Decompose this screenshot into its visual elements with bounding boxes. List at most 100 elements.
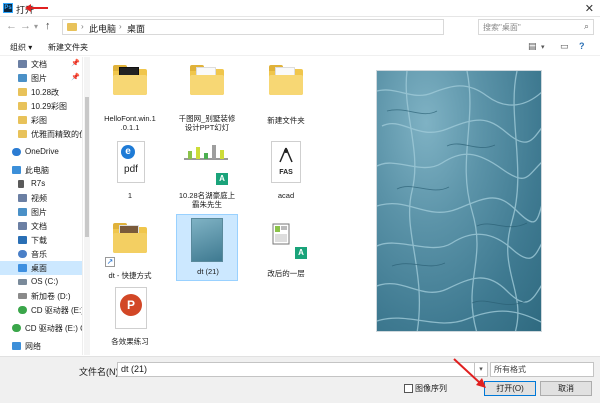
sidebar-item-documents[interactable]: 文档 📌 — [0, 57, 82, 71]
open-button[interactable]: 打开(O) — [484, 381, 536, 396]
folder-icon — [269, 65, 303, 95]
breadcrumb-this-pc[interactable]: 此电脑 — [89, 22, 116, 35]
red-arrow-annotation — [453, 358, 486, 388]
image-sequence-checkbox[interactable] — [404, 384, 413, 393]
powerpoint-file-icon: P — [115, 287, 147, 329]
preview-pane-icon[interactable]: ▭ — [560, 41, 569, 52]
view-options-icon[interactable]: ▤ — [528, 41, 537, 52]
image-thumbnail-icon — [191, 218, 223, 262]
navigation-pane: 文档 📌 图片 📌 10.28改 10.29彩图 彩图 优雅而精致的住 OneD… — [0, 57, 83, 355]
app-a-icon: A — [295, 247, 307, 259]
folder-icon — [18, 88, 27, 96]
red-arrow-annotation — [25, 4, 48, 12]
new-folder-button[interactable]: 新建文件夹 — [48, 42, 88, 53]
sidebar-item-folder-1029[interactable]: 10.29彩图 — [0, 99, 82, 113]
toolbar: 组织 ▾ 新建文件夹 ▤ ▾ ▭ ? — [0, 38, 600, 56]
organize-button[interactable]: 组织 ▾ — [10, 42, 32, 53]
pictures-icon — [18, 208, 27, 216]
search-input[interactable]: 搜索"桌面" ⌕ — [478, 19, 594, 35]
pin-icon: 📌 — [71, 60, 80, 67]
folder-icon — [67, 23, 77, 31]
documents-icon — [18, 222, 27, 230]
sidebar-item-drive-c[interactable]: OS (C:) — [0, 275, 82, 289]
dialog-footer: 文件名(N): dt (21) ▾ 所有格式 图像序列 打开(O) 取消 — [0, 356, 600, 403]
file-item-1028-drawing[interactable]: A 10.28名湖豪庭上 霸朱先生 — [176, 139, 238, 219]
scrollbar-thumb[interactable] — [85, 97, 89, 237]
sidebar-item-cd-drive-2[interactable]: CD 驱动器 (E:) OI — [0, 321, 82, 335]
search-icon: ⌕ — [583, 21, 589, 31]
sidebar-item-documents-2[interactable]: 文档 — [0, 219, 82, 233]
sidebar-item-music[interactable]: 音乐 — [0, 247, 82, 261]
recent-dropdown-icon[interactable]: ▾ — [34, 22, 38, 31]
cloud-icon — [12, 148, 21, 156]
sidebar-item-this-pc[interactable]: 此电脑 — [0, 163, 82, 177]
back-arrow-icon[interactable]: ← — [6, 20, 17, 32]
file-item-qiantu-folder[interactable]: 千图网_别墅装修 设计PPT幻灯 — [176, 59, 238, 135]
pin-icon: 📌 — [71, 74, 80, 81]
file-item-new-folder[interactable]: 新建文件夹 — [255, 59, 317, 135]
sidebar-item-onedrive[interactable]: OneDrive — [0, 145, 82, 159]
sidebar-item-desktop[interactable]: 桌面 — [0, 261, 82, 275]
file-item-pdf-1[interactable]: e pdf 1 — [99, 139, 161, 205]
title-bar: Ps 打开 ✕ — [0, 0, 600, 17]
breadcrumb-separator: › — [81, 22, 84, 31]
sidebar-item-r7s[interactable]: R7s — [0, 177, 82, 191]
filename-input[interactable]: dt (21) — [117, 362, 475, 377]
search-placeholder: 搜索"桌面" — [483, 23, 521, 32]
forward-arrow-icon[interactable]: → — [20, 20, 31, 32]
phone-icon — [18, 180, 24, 188]
sidebar-item-folder-elegant[interactable]: 优雅而精致的住 — [0, 127, 82, 141]
network-icon — [12, 342, 21, 350]
sidebar-item-folder-caitu[interactable]: 彩图 — [0, 113, 82, 127]
download-icon — [18, 236, 27, 244]
file-item-ppt[interactable]: P 各效果练习 — [99, 287, 161, 351]
sidebar-item-drive-d[interactable]: 新加卷 (D:) — [0, 289, 82, 303]
sidebar-item-cd-drive[interactable]: CD 驱动器 (E:) C — [0, 303, 82, 317]
sidebar-item-network[interactable]: 网络 — [0, 339, 82, 353]
sidebar-item-pictures[interactable]: 图片 📌 — [0, 71, 82, 85]
sidebar-scrollbar[interactable] — [84, 57, 90, 355]
floor-plan-icon — [272, 223, 290, 245]
cd-drive-icon — [18, 306, 27, 314]
help-icon[interactable]: ? — [579, 41, 585, 51]
filename-label: 文件名(N): — [79, 367, 121, 377]
app-a-icon: A — [216, 173, 228, 185]
address-bar[interactable]: › 此电脑 › 桌面 ▾ ↻ — [62, 19, 504, 35]
breadcrumb-desktop[interactable]: 桌面 — [127, 22, 145, 35]
sidebar-item-folder-1028[interactable]: 10.28改 — [0, 85, 82, 99]
fas-file-icon: FAS — [271, 141, 301, 183]
file-item-hellofont[interactable]: HelloFont.win.1 .0.1.1 — [99, 59, 161, 135]
pdf-icon: e pdf — [117, 141, 145, 183]
file-item-floor-plan[interactable]: A 改后的一层 — [255, 219, 317, 285]
folder-icon — [18, 130, 27, 138]
up-arrow-icon[interactable]: ↑ — [45, 20, 51, 32]
breadcrumb-separator: › — [119, 22, 122, 31]
preview-image — [376, 70, 542, 332]
sidebar-item-downloads[interactable]: 下载 — [0, 233, 82, 247]
image-sequence-label: 图像序列 — [415, 384, 447, 393]
photoshop-icon: Ps — [3, 3, 13, 13]
desktop-icon — [18, 264, 27, 272]
address-row: ← → ▾ ↑ › 此电脑 › 桌面 ▾ ↻ 搜索"桌面" ⌕ — [0, 17, 600, 37]
file-item-dt-shortcut[interactable]: ↗ dt - 快捷方式 — [99, 219, 161, 285]
folder-icon — [18, 102, 27, 110]
shortcut-arrow-icon: ↗ — [105, 257, 115, 267]
documents-icon — [18, 60, 27, 68]
file-list: HelloFont.win.1 .0.1.1 千图网_别墅装修 设计PPT幻灯 … — [91, 57, 346, 355]
file-item-acad[interactable]: FAS acad — [255, 139, 317, 205]
sidebar-item-pictures-2[interactable]: 图片 — [0, 205, 82, 219]
file-type-select[interactable]: 所有格式 — [490, 362, 594, 377]
drive-icon — [18, 293, 27, 299]
view-dropdown-icon[interactable]: ▾ — [541, 43, 545, 51]
computer-icon — [12, 166, 21, 174]
cd-drive-icon — [12, 324, 21, 332]
file-item-dt-21[interactable]: dt (21) — [176, 214, 238, 281]
cancel-button[interactable]: 取消 — [540, 381, 592, 396]
videos-icon — [18, 194, 27, 202]
music-icon — [18, 250, 27, 258]
sidebar-item-videos[interactable]: 视频 — [0, 191, 82, 205]
folder-icon — [18, 116, 27, 124]
pictures-icon — [18, 74, 27, 82]
marble-texture — [377, 71, 541, 331]
close-icon[interactable]: ✕ — [585, 2, 594, 15]
